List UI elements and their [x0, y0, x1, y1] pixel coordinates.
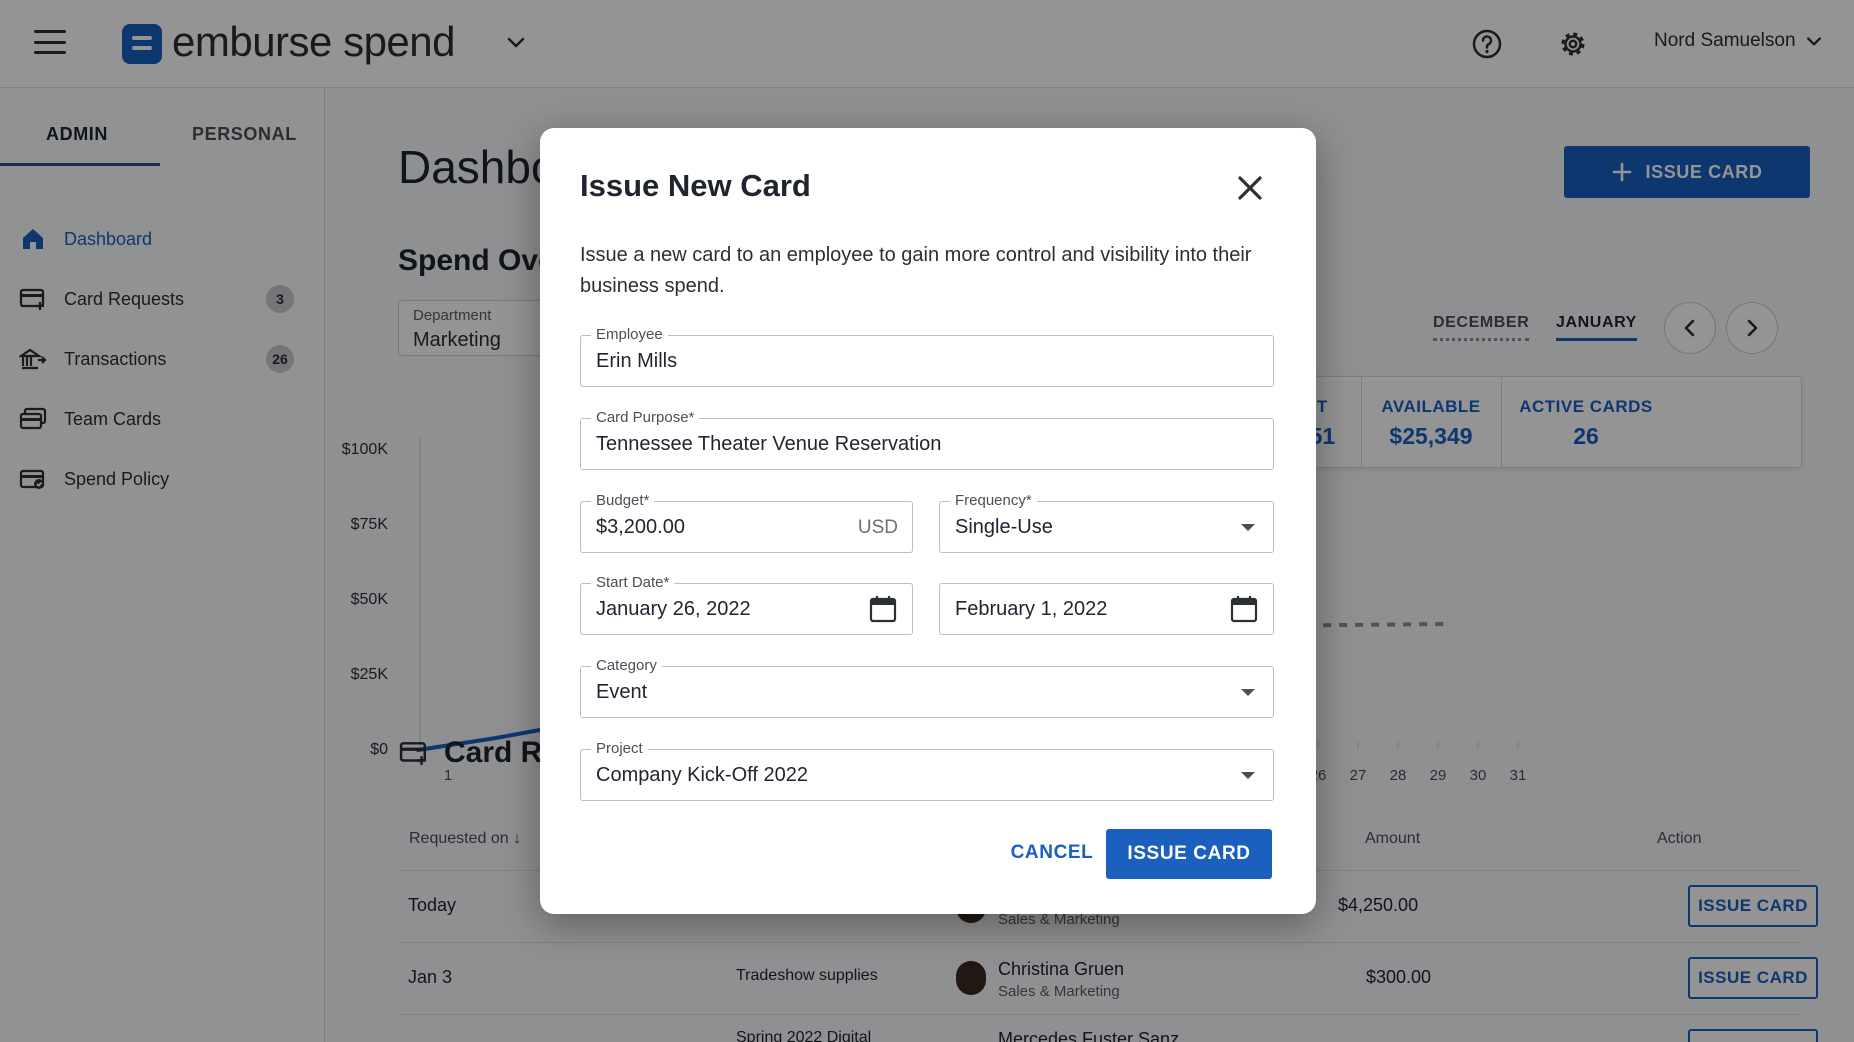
frequency-value: Single-Use [955, 516, 1053, 538]
category-label: Category [591, 657, 662, 675]
caret-down-icon [1241, 689, 1255, 696]
employee-label: Employee [591, 326, 668, 344]
category-select[interactable]: Category Event [580, 657, 1274, 718]
card-purpose-label: Card Purpose* [591, 409, 700, 427]
end-date-field[interactable]: February 1, 2022 [939, 583, 1274, 635]
budget-field[interactable]: Budget* $3,200.00 USD [580, 492, 913, 553]
frequency-select[interactable]: Frequency* Single-Use [939, 492, 1274, 553]
start-date-value: January 26, 2022 [596, 598, 751, 620]
dialog-description: Issue a new card to an employee to gain … [580, 244, 1252, 297]
budget-value: $3,200.00 [596, 516, 685, 538]
employee-field[interactable]: Employee Erin Mills [580, 326, 1274, 387]
card-purpose-value: Tennessee Theater Venue Reservation [596, 433, 942, 455]
project-select[interactable]: Project Company Kick-Off 2022 [580, 740, 1274, 801]
currency-suffix: USD [857, 517, 898, 538]
calendar-icon[interactable] [1229, 594, 1259, 624]
calendar-icon[interactable] [868, 594, 898, 624]
project-label: Project [591, 740, 648, 758]
frequency-label: Frequency* [950, 492, 1037, 510]
card-purpose-field[interactable]: Card Purpose* Tennessee Theater Venue Re… [580, 409, 1274, 470]
caret-down-icon [1241, 524, 1255, 531]
end-date-value: February 1, 2022 [955, 598, 1108, 620]
issue-card-submit-button[interactable]: ISSUE CARD [1106, 829, 1272, 879]
budget-label: Budget* [591, 492, 655, 510]
dialog-title: Issue New Card [580, 168, 811, 203]
category-value: Event [596, 681, 648, 703]
project-value: Company Kick-Off 2022 [596, 764, 808, 786]
cancel-button[interactable]: CANCEL [992, 831, 1112, 875]
issue-new-card-dialog: Issue New Card Issue a new card to an em… [540, 128, 1316, 914]
caret-down-icon [1241, 772, 1255, 779]
close-icon[interactable] [1232, 170, 1268, 206]
start-date-field[interactable]: Start Date* January 26, 2022 [580, 574, 913, 635]
employee-value: Erin Mills [596, 350, 678, 372]
start-date-label: Start Date* [591, 574, 675, 592]
